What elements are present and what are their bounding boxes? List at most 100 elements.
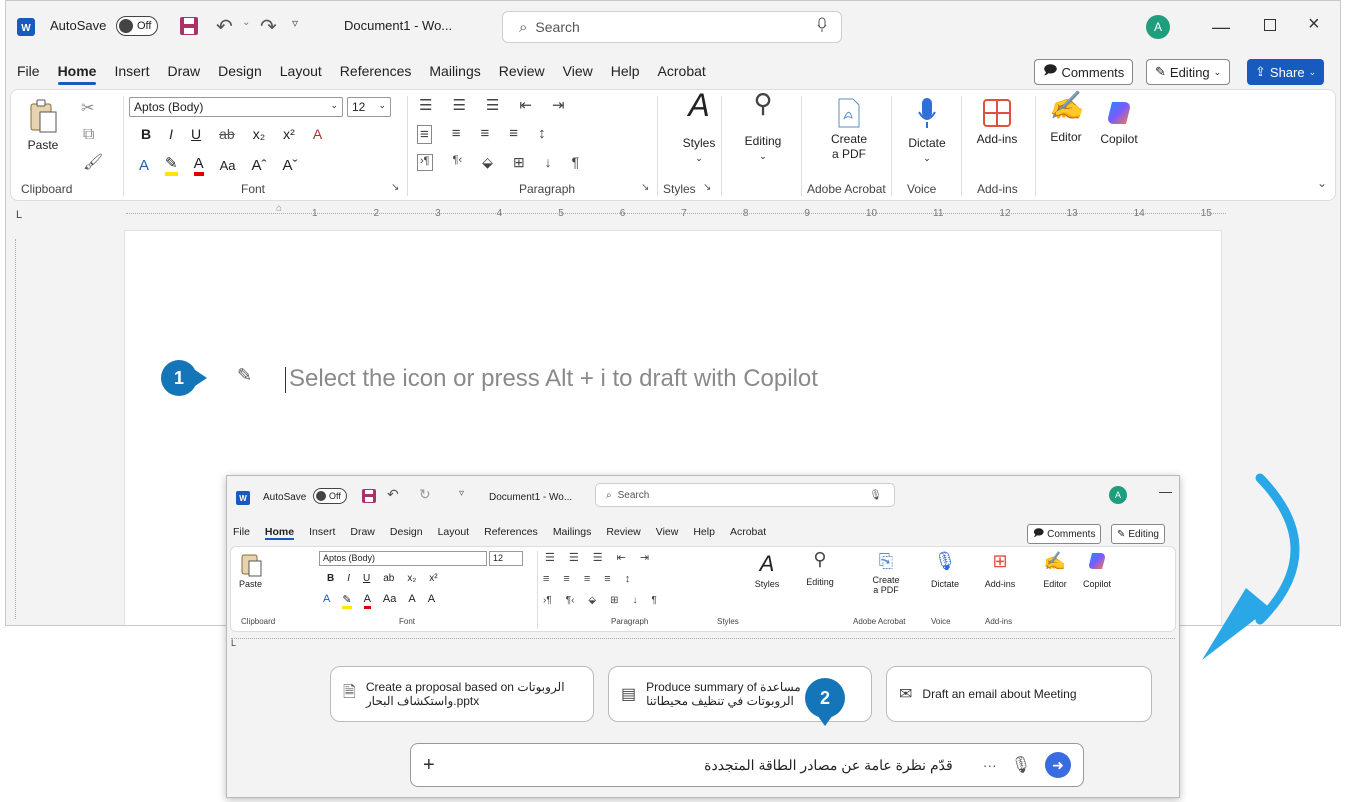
- format-painter-icon[interactable]: 🖌: [83, 152, 103, 172]
- autosave-toggle[interactable]: Off: [313, 488, 347, 504]
- tab-acrobat[interactable]: Acrobat: [730, 526, 766, 540]
- tab-insert[interactable]: Insert: [309, 526, 335, 540]
- align-center-icon[interactable]: ≡: [452, 125, 461, 144]
- font-color-icon[interactable]: A: [193, 155, 204, 176]
- underline-icon[interactable]: U: [191, 126, 201, 142]
- strikethrough-icon[interactable]: ab: [383, 573, 394, 584]
- search-box[interactable]: ⌕ Search 🎙: [595, 483, 895, 507]
- change-case-icon[interactable]: Aa: [383, 593, 396, 609]
- share-button[interactable]: ⇪ Share ⌄: [1247, 59, 1325, 85]
- rtl-icon[interactable]: ¶‹: [453, 154, 463, 171]
- sort-icon[interactable]: ↓: [545, 154, 552, 171]
- tab-home[interactable]: Home: [49, 63, 106, 85]
- copilot-button[interactable]: Copilot: [1077, 551, 1117, 589]
- font-name-select[interactable]: Aptos (Body) ⌄: [129, 97, 343, 117]
- bold-icon[interactable]: B: [327, 573, 334, 584]
- create-pdf-button[interactable]: Create a PDF: [819, 98, 879, 162]
- copy-icon[interactable]: ⧉: [83, 126, 94, 144]
- avatar[interactable]: A: [1109, 486, 1127, 504]
- tab-view[interactable]: View: [656, 526, 679, 540]
- shrink-font-icon[interactable]: A: [428, 593, 435, 609]
- editor-button[interactable]: ✍ Editor: [1043, 92, 1089, 145]
- minimize-icon[interactable]: —: [1212, 17, 1230, 38]
- undo-dropdown-icon[interactable]: ⌄: [242, 17, 250, 28]
- redo-icon[interactable]: ↷: [260, 14, 277, 39]
- sort-icon[interactable]: ↓: [633, 595, 638, 606]
- dialog-launcher-icon[interactable]: ↘: [391, 182, 399, 193]
- subscript-icon[interactable]: x₂: [253, 126, 265, 142]
- addins-button[interactable]: Add-ins: [969, 98, 1025, 147]
- tab-layout[interactable]: Layout: [271, 63, 331, 79]
- dictate-button[interactable]: 🎙 Dictate: [925, 551, 965, 589]
- tab-help[interactable]: Help: [693, 526, 715, 540]
- tab-selector[interactable]: L: [231, 638, 236, 648]
- tab-review[interactable]: Review: [490, 63, 554, 79]
- create-pdf-button[interactable]: ⎘ Create a PDF: [861, 551, 911, 595]
- increase-indent-icon[interactable]: ⇥: [552, 96, 565, 114]
- superscript-icon[interactable]: x²: [283, 126, 295, 142]
- microphone-icon[interactable]: [817, 17, 827, 38]
- superscript-icon[interactable]: x²: [429, 573, 437, 584]
- bullets-icon[interactable]: ☰: [419, 96, 432, 114]
- increase-indent-icon[interactable]: ⇥: [640, 551, 649, 564]
- tab-selector[interactable]: L: [16, 209, 22, 221]
- align-left-icon[interactable]: ≡: [543, 573, 549, 585]
- copilot-button[interactable]: Copilot: [1093, 98, 1145, 147]
- autosave-toggle[interactable]: Off: [116, 16, 159, 36]
- subscript-icon[interactable]: x₂: [407, 573, 416, 584]
- multilevel-list-icon[interactable]: ☰: [486, 96, 499, 114]
- bold-icon[interactable]: B: [141, 126, 151, 142]
- prompt-input[interactable]: قدّم نظرة عامة عن مصادر الطاقة المتجددة: [435, 757, 969, 774]
- microphone-icon[interactable]: 🎙: [869, 490, 882, 501]
- maximize-icon[interactable]: [1264, 19, 1276, 31]
- strikethrough-icon[interactable]: ab: [219, 126, 235, 142]
- ltr-icon[interactable]: ›¶: [417, 154, 433, 171]
- shrink-font-icon[interactable]: Aˇ: [283, 157, 298, 174]
- text-effects-icon[interactable]: A: [323, 593, 330, 609]
- avatar[interactable]: A: [1146, 15, 1170, 39]
- tab-mailings[interactable]: Mailings: [420, 63, 489, 79]
- cut-icon[interactable]: ✂: [81, 98, 94, 118]
- styles-button[interactable]: A Styles: [747, 551, 787, 589]
- line-spacing-icon[interactable]: ↕: [625, 573, 631, 585]
- customize-quick-access-icon[interactable]: ▿: [292, 16, 298, 30]
- tab-help[interactable]: Help: [602, 63, 649, 79]
- paste-button[interactable]: Paste: [23, 98, 63, 153]
- align-center-icon[interactable]: ≡: [563, 573, 569, 585]
- tab-layout[interactable]: Layout: [438, 526, 470, 540]
- line-spacing-icon[interactable]: ↕: [538, 125, 546, 144]
- italic-icon[interactable]: I: [347, 573, 350, 584]
- numbering-icon[interactable]: ☰: [569, 551, 579, 564]
- search-box[interactable]: ⌕ Search: [502, 11, 842, 43]
- tab-references[interactable]: References: [331, 63, 421, 79]
- rtl-icon[interactable]: ¶‹: [566, 595, 575, 606]
- tab-file[interactable]: File: [8, 63, 49, 79]
- collapse-ribbon-icon[interactable]: ⌄: [1317, 176, 1327, 190]
- shading-icon[interactable]: ⬙: [482, 154, 493, 171]
- microphone-icon[interactable]: 🎙: [1011, 755, 1031, 775]
- align-left-icon[interactable]: ≡: [417, 125, 432, 144]
- tab-home[interactable]: Home: [264, 526, 295, 540]
- comments-button[interactable]: 🗩 Comments: [1034, 59, 1134, 85]
- send-arrow-icon[interactable]: ➜: [1045, 752, 1071, 778]
- more-options-icon[interactable]: ···: [983, 757, 997, 773]
- tab-mailings[interactable]: Mailings: [553, 526, 592, 540]
- paste-button[interactable]: Paste: [239, 551, 262, 589]
- font-size-select[interactable]: 12: [489, 551, 523, 566]
- clear-formatting-icon[interactable]: A: [313, 126, 322, 142]
- grow-font-icon[interactable]: A: [408, 593, 415, 609]
- borders-icon[interactable]: ⊞: [610, 595, 618, 606]
- font-color-icon[interactable]: A: [363, 593, 371, 609]
- italic-icon[interactable]: I: [169, 126, 173, 142]
- justify-icon[interactable]: ≡: [509, 125, 518, 144]
- editor-button[interactable]: ✍ Editor: [1037, 551, 1073, 589]
- tab-review[interactable]: Review: [606, 526, 640, 540]
- font-name-select[interactable]: Aptos (Body): [319, 551, 487, 566]
- close-icon[interactable]: ×: [1308, 13, 1320, 36]
- dialog-launcher-icon[interactable]: ↘: [703, 182, 711, 193]
- numbering-icon[interactable]: ☰: [452, 96, 465, 114]
- editing-mode-button[interactable]: ✎ Editing: [1111, 524, 1165, 544]
- save-icon[interactable]: [361, 488, 377, 509]
- tab-file[interactable]: File: [233, 526, 250, 540]
- save-icon[interactable]: [178, 15, 200, 37]
